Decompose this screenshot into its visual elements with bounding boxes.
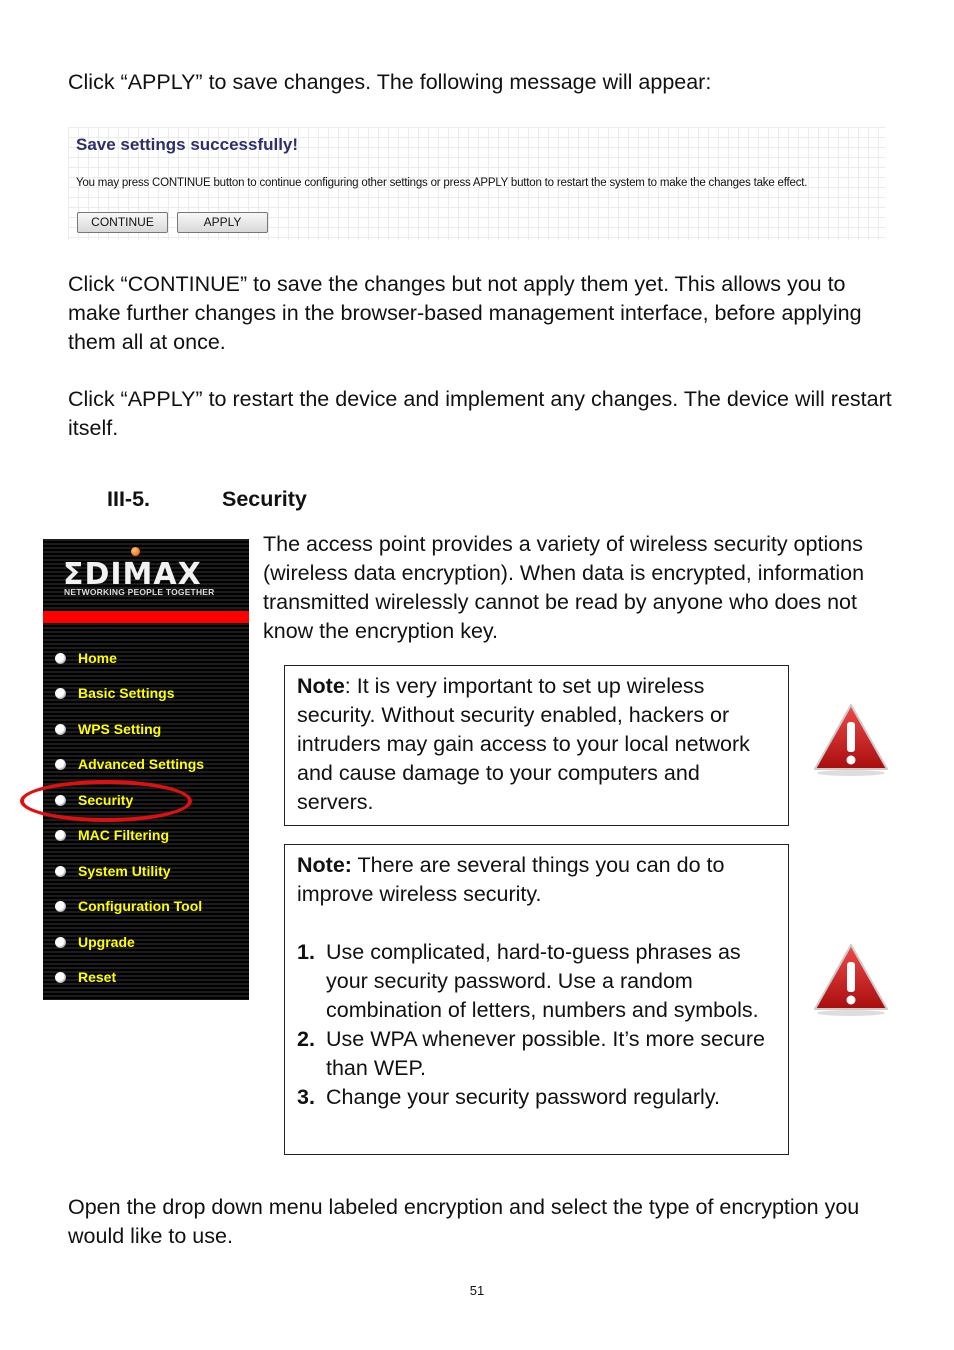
apply-description: Click “APPLY” to restart the device and … <box>68 387 892 440</box>
security-highlight-ellipse <box>20 780 192 822</box>
menu-item-upgrade[interactable]: Upgrade <box>55 932 135 952</box>
bullet-icon <box>55 971 66 983</box>
section-title: Security <box>222 487 307 511</box>
continue-button[interactable]: CONTINUE <box>77 212 168 233</box>
note-label: Note <box>297 674 345 698</box>
security-tips-list: 1. Use complicated, hard-to-guess phrases… <box>297 938 776 1112</box>
note-text: : It is very important to set up wireles… <box>297 674 750 814</box>
bullet-icon <box>55 687 66 699</box>
bullet-icon <box>55 865 66 877</box>
menu-item-wps-setting[interactable]: WPS Setting <box>55 719 161 739</box>
bullet-icon <box>55 758 66 770</box>
list-item: 2. Use WPA whenever possible. It’s more s… <box>297 1027 765 1080</box>
continue-description: Click “CONTINUE” to save the changes but… <box>68 272 862 354</box>
save-success-dialog: Save settings successfully! You may pres… <box>68 127 885 240</box>
intro-text: Click “APPLY” to save changes. The follo… <box>68 70 712 94</box>
outro-text: Open the drop down menu labeled encrypti… <box>68 1195 860 1248</box>
section-number: III-5. <box>107 487 151 511</box>
red-divider <box>43 611 249 623</box>
warning-triangle-icon <box>814 704 888 776</box>
menu-item-basic-settings[interactable]: Basic Settings <box>55 683 174 703</box>
page-number: 51 <box>469 1283 485 1298</box>
logo-dot-icon <box>131 547 140 556</box>
bullet-icon <box>55 723 66 735</box>
note-text: There are several things you can do to i… <box>297 853 725 906</box>
bullet-icon <box>55 900 66 912</box>
note-box-importance: Note: It is very important to set up wir… <box>284 665 789 826</box>
edimax-tagline: NETWORKING PEOPLE TOGETHER <box>64 587 215 597</box>
menu-item-reset[interactable]: Reset <box>55 967 116 987</box>
bullet-icon <box>55 829 66 841</box>
note-box-tips: Note: There are several things you can d… <box>284 844 789 1155</box>
menu-item-advanced-settings[interactable]: Advanced Settings <box>55 754 204 774</box>
menu-item-mac-filtering[interactable]: MAC Filtering <box>55 825 169 845</box>
menu-item-home[interactable]: Home <box>55 648 117 668</box>
menu-item-configuration-tool[interactable]: Configuration Tool <box>55 896 202 916</box>
note-label: Note: <box>297 853 352 877</box>
list-item: 1. Use complicated, hard-to-guess phrases… <box>297 940 759 1022</box>
dialog-title: Save settings successfully! <box>76 135 299 154</box>
menu-item-system-utility[interactable]: System Utility <box>55 861 171 881</box>
dialog-message: You may press CONTINUE button to continu… <box>76 177 808 189</box>
list-item: 3. Change your security password regularl… <box>297 1085 720 1109</box>
bullet-icon <box>55 652 66 664</box>
apply-button[interactable]: APPLY <box>177 212 268 233</box>
bullet-icon <box>55 936 66 948</box>
warning-triangle-icon <box>814 944 888 1016</box>
edimax-menu-screenshot: ΣDIMAX NETWORKING PEOPLE TOGETHER Home B… <box>43 539 249 1000</box>
security-intro: The access point provides a variety of w… <box>263 532 865 643</box>
